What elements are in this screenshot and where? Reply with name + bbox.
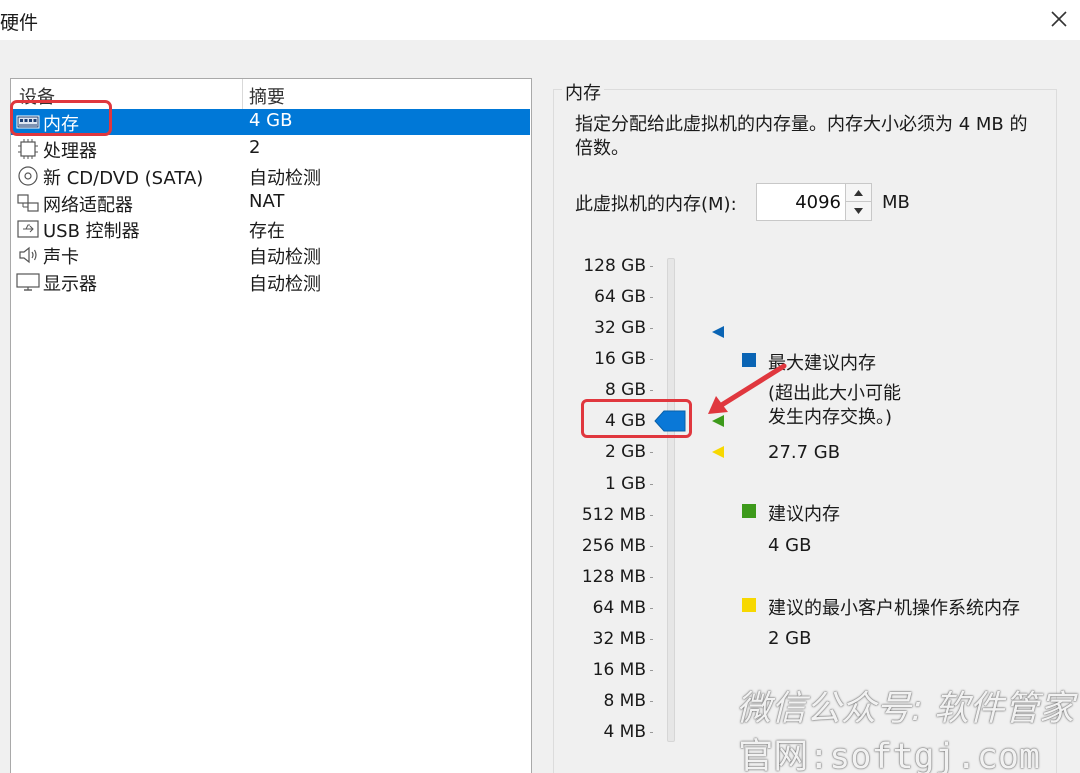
scale-tick [650, 328, 653, 329]
device-row-sound-card[interactable]: 声卡 自动检测 [11, 242, 530, 268]
scale-tick [650, 577, 653, 578]
legend-recommended-label: 建议内存 [768, 504, 840, 525]
scale-tick [650, 390, 653, 391]
scale-label: 128 MB [581, 567, 646, 587]
scale-tick [650, 546, 653, 547]
scale-label: 64 GB [594, 287, 646, 307]
device-summary: 自动检测 [249, 168, 321, 189]
watermark-line1: 微信公众号: 软件管家 [736, 689, 1074, 729]
memory-unit: MB [882, 192, 910, 213]
title-bar: 硬件 [0, 0, 1080, 40]
scale-tick [650, 701, 653, 702]
close-icon [1051, 11, 1067, 27]
scale-tick [650, 297, 653, 298]
scale-label: 8 MB [603, 691, 646, 711]
device-name: 新 CD/DVD (SATA) [43, 168, 204, 189]
slider-value-highlight-annotation [581, 399, 692, 438]
device-summary: 2 [249, 137, 261, 158]
scale-tick [650, 515, 653, 516]
device-name: 网络适配器 [43, 195, 133, 216]
scale-label: 512 MB [581, 505, 646, 525]
device-row-usb[interactable]: USB 控制器 存在 [11, 216, 530, 242]
spin-down-button[interactable] [846, 202, 871, 220]
scale-tick [650, 608, 653, 609]
scale-tick [650, 359, 653, 360]
legend-swatch-recommended [742, 504, 756, 518]
device-name: 处理器 [43, 141, 97, 162]
cd-dvd-icon [15, 165, 41, 187]
scale-tick [650, 639, 653, 640]
scale-label: 32 MB [592, 629, 646, 649]
scale-tick [650, 484, 653, 485]
legend-min-value: 2 GB [768, 628, 812, 649]
memory-slider-track[interactable] [667, 258, 675, 742]
device-name: 声卡 [43, 247, 79, 268]
device-name: USB 控制器 [43, 221, 140, 242]
scale-label: 32 GB [594, 318, 646, 338]
device-summary: 自动检测 [249, 247, 321, 268]
scale-label: 8 GB [604, 380, 646, 400]
legend-recommended-value: 4 GB [768, 535, 812, 556]
scale-label: 16 MB [592, 660, 646, 680]
scale-tick [650, 266, 653, 267]
device-row-display[interactable]: 显示器 自动检测 [11, 269, 530, 295]
scale-label: 256 MB [581, 536, 646, 556]
device-summary: 自动检测 [249, 274, 321, 295]
scale-tick [650, 452, 653, 453]
device-list: 设备 摘要 内存 4 GB 处理器 2 新 CD/DVD (SATA) 自动检测… [10, 78, 532, 773]
network-adapter-icon [15, 192, 41, 214]
processor-icon [15, 138, 41, 160]
display-icon [15, 271, 41, 293]
legend-max-value: 27.7 GB [768, 442, 841, 463]
device-summary: 4 GB [249, 110, 293, 131]
sound-card-icon [15, 244, 41, 266]
scale-label: 2 GB [604, 442, 646, 462]
scale-label: 16 GB [594, 349, 646, 369]
min-recommended-marker [712, 446, 724, 458]
watermark-line2: 官网:softgj.com [738, 737, 1040, 773]
column-header-summary[interactable]: 摘要 [249, 83, 285, 109]
device-row-network-adapter[interactable]: 网络适配器 NAT [11, 190, 530, 216]
usb-icon [15, 218, 41, 240]
column-divider[interactable] [242, 79, 243, 109]
chevron-down-icon [854, 208, 863, 214]
red-arrow-annotation [708, 363, 787, 414]
scale-tick [650, 670, 653, 671]
memory-spinner [845, 183, 872, 221]
scale-label: 1 GB [604, 474, 646, 494]
selection-highlight-annotation [10, 100, 112, 136]
scale-label: 4 MB [603, 722, 646, 742]
device-summary: 存在 [249, 221, 285, 242]
close-button[interactable] [1044, 4, 1074, 34]
device-summary: NAT [249, 191, 285, 212]
memory-input-label: 此虚拟机的内存(M): [575, 194, 737, 215]
scale-label: 128 GB [583, 256, 646, 276]
memory-input[interactable] [756, 183, 846, 221]
legend-min-label: 建议的最小客户机操作系统内存 [768, 598, 1020, 619]
device-name: 显示器 [43, 274, 97, 295]
memory-description: 指定分配给此虚拟机的内存量。内存大小必须为 4 MB 的倍数。 [575, 114, 1028, 159]
device-row-cd-dvd[interactable]: 新 CD/DVD (SATA) 自动检测 [11, 163, 530, 189]
spin-up-button[interactable] [846, 184, 871, 202]
legend-swatch-min [742, 598, 756, 612]
window-title: 硬件 [0, 12, 39, 34]
chevron-up-icon [854, 189, 863, 196]
memory-group-title: 内存 [562, 79, 604, 105]
max-recommended-marker [712, 326, 724, 338]
scale-tick [650, 732, 653, 733]
scale-label: 64 MB [592, 598, 646, 618]
device-row-processor[interactable]: 处理器 2 [11, 136, 530, 162]
